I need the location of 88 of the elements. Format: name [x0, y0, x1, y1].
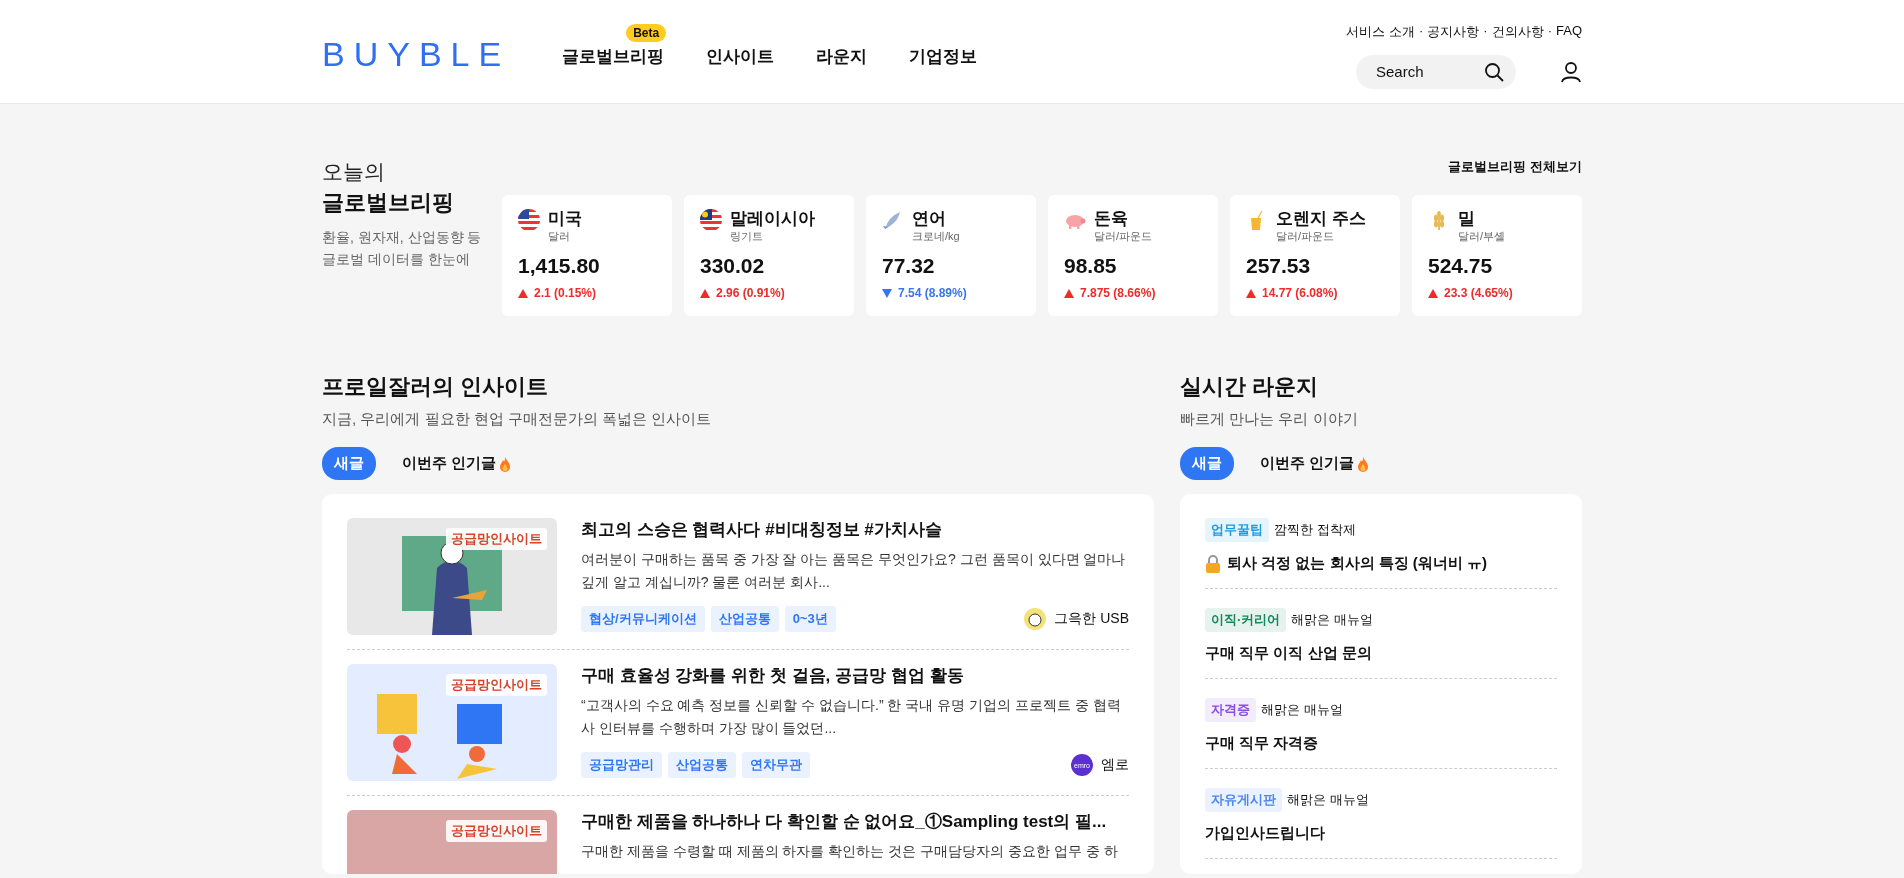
price-value: 257.53	[1246, 254, 1312, 278]
price-change: 2.1 (0.15%)	[534, 286, 597, 300]
top-link[interactable]: 서비스 소개	[1346, 22, 1415, 41]
top-link[interactable]: 건의사항	[1491, 22, 1544, 41]
tag[interactable]: 협상/커뮤니케이션	[581, 606, 705, 632]
briefing-card[interactable]: 오렌지 주스 달러/파운드 257.53 14.77 (6.08%)	[1230, 195, 1400, 316]
section-title: 실시간 라운지	[1180, 373, 1320, 401]
nav-link[interactable]: 라운지	[816, 47, 868, 66]
nav-link[interactable]: 기업정보	[909, 47, 978, 66]
tab[interactable]: 이번주 인기글	[390, 447, 524, 480]
search-field[interactable]: Search	[1356, 54, 1516, 89]
nav-link[interactable]: 글로벌브리핑	[562, 47, 665, 66]
section-subtitle: 지금, 우리에게 필요한 현업 구매전문가의 폭넓은 인사이트	[322, 410, 713, 429]
item-unit: 달러/부셸	[1458, 229, 1506, 244]
section-kicker: 오늘의	[322, 159, 386, 185]
separator-dot: ·	[1547, 22, 1552, 40]
price-value: 98.85	[1064, 254, 1118, 278]
section-title: 글로벌브리핑	[322, 189, 455, 217]
post-title[interactable]: 최고의 스승은 협력사다 #비대칭정보 #가치사슬	[581, 518, 1129, 541]
price-change: 7.875 (8.66%)	[1080, 286, 1156, 300]
category-tag[interactable]: 자격증	[1205, 698, 1256, 722]
separator-dot: ·	[1483, 22, 1488, 40]
tag[interactable]: 연차무관	[742, 752, 810, 778]
flag-icon	[700, 209, 722, 231]
author-name: 깜찍한 접착제	[1274, 521, 1356, 539]
post-excerpt: 구매한 제품을 수령할 때 제품의 하자를 확인하는 것은 구매담당자의 중요한 업무 중 하	[581, 842, 1119, 861]
nav-link[interactable]: 인사이트	[706, 47, 775, 66]
avatar-icon	[1024, 608, 1047, 630]
item-unit: 크로네/kg	[912, 229, 960, 244]
tag[interactable]: 0~3년	[784, 606, 836, 632]
view-all-link[interactable]: 글로벌브리핑 전체보기	[1448, 158, 1582, 176]
price-value: 524.75	[1428, 254, 1494, 278]
item-unit: 달러	[548, 229, 571, 244]
item-name: 말레이시아	[730, 209, 815, 229]
post-title[interactable]: 구매 직무 자격증	[1205, 734, 1319, 753]
section-subtitle: 빠르게 만나는 우리 이야기	[1180, 410, 1359, 429]
logo[interactable]: BUYBLE	[322, 35, 511, 74]
tab[interactable]: 새글	[322, 447, 376, 480]
post-title[interactable]: 구매 직무 이직 산업 문의	[1205, 644, 1372, 663]
item-unit: 링기트	[730, 229, 764, 244]
separator-dot: ·	[1418, 22, 1424, 40]
tag[interactable]: 공급망관리	[581, 752, 662, 778]
post-title[interactable]: 구매 효율성 강화를 위한 첫 걸음, 공급망 협업 활동	[581, 664, 1129, 687]
briefing-card[interactable]: 밀 달러/부셸 524.75 23.3 (4.65%)	[1412, 195, 1582, 316]
price-value: 330.02	[700, 254, 766, 278]
briefing-card[interactable]: 미국 달러 1,415.80 2.1 (0.15%)	[502, 195, 672, 316]
price-value: 1,415.80	[518, 254, 601, 278]
item-name: 밀	[1458, 209, 1476, 229]
tab[interactable]: 새글	[1180, 447, 1234, 480]
author-name: 해맑은 매뉴얼	[1287, 791, 1369, 809]
briefing-card[interactable]: 돈육 달러/파운드 98.85 7.875 (8.66%)	[1048, 195, 1218, 316]
briefing-card[interactable]: 연어 크로네/kg 77.32 7.54 (8.89%)	[866, 195, 1036, 316]
search-icon[interactable]	[1484, 61, 1504, 82]
tag[interactable]: 산업공통	[668, 752, 736, 778]
author-name: 해맑은 매뉴얼	[1261, 701, 1343, 719]
item-unit: 달러/파운드	[1276, 229, 1336, 244]
briefing-card[interactable]: 말레이시아 링기트 330.02 2.96 (0.91%)	[684, 195, 854, 316]
item-name: 미국	[548, 209, 582, 229]
item-name: 돈육	[1094, 209, 1129, 229]
author-name: 해맑은 매뉴얼	[1291, 611, 1373, 629]
user-icon[interactable]	[1560, 60, 1582, 83]
post-title[interactable]: 구매한 제품을 하나하나 다 확인할 순 없어요_①Sampling test의 필...	[581, 810, 1129, 833]
top-link[interactable]: 공지사항	[1427, 22, 1480, 41]
post-excerpt: 여러분이 구매하는 품목 중 가장 잘 아는 품목은 무엇인가요? 그런 품목이 있다면 얼마나 깊게 알고 계십니까? 물론 여러분 회사...	[581, 550, 1127, 592]
category-badge: 공급망인사이트	[446, 674, 547, 696]
section-description: 환율, 원자재, 산업동향 등 글로벌 데이터를 한눈에	[322, 228, 483, 269]
post-title[interactable]: 가입인사드립니다	[1205, 824, 1325, 843]
post-title[interactable]: 퇴사 걱정 없는 회사의 특징 (워너비 ㅠ)	[1227, 554, 1487, 573]
price-change: 14.77 (6.08%)	[1262, 286, 1338, 300]
beta-badge: Beta	[626, 24, 667, 42]
category-badge: 공급망인사이트	[446, 528, 547, 550]
top-link[interactable]: FAQ	[1556, 22, 1582, 41]
post-excerpt: “고객사의 수요 예측 정보를 신뢰할 수 없습니다.” 한 국내 유명 기업의 프로젝트 중 협력사 인터뷰를 수행하며 가장 많이 들었던...	[581, 696, 1122, 738]
author-name: 그윽한 USB	[1054, 610, 1129, 628]
tag[interactable]: 산업공통	[710, 606, 779, 632]
flag-icon	[518, 209, 540, 231]
author-name: 엠로	[1101, 756, 1129, 774]
item-name: 오렌지 주스	[1276, 209, 1366, 229]
category-badge: 공급망인사이트	[446, 820, 547, 842]
category-tag[interactable]: 이직·커리어	[1205, 608, 1287, 632]
price-change: 2.96 (0.91%)	[716, 286, 785, 300]
section-title: 프로일잘러의 인사이트	[322, 373, 550, 401]
tab[interactable]: 이번주 인기글	[1248, 447, 1382, 480]
price-change: 7.54 (8.89%)	[898, 286, 967, 300]
item-unit: 달러/파운드	[1094, 229, 1153, 244]
price-change: 23.3 (4.65%)	[1444, 286, 1513, 300]
item-name: 연어	[912, 209, 947, 229]
price-value: 77.32	[882, 254, 936, 278]
